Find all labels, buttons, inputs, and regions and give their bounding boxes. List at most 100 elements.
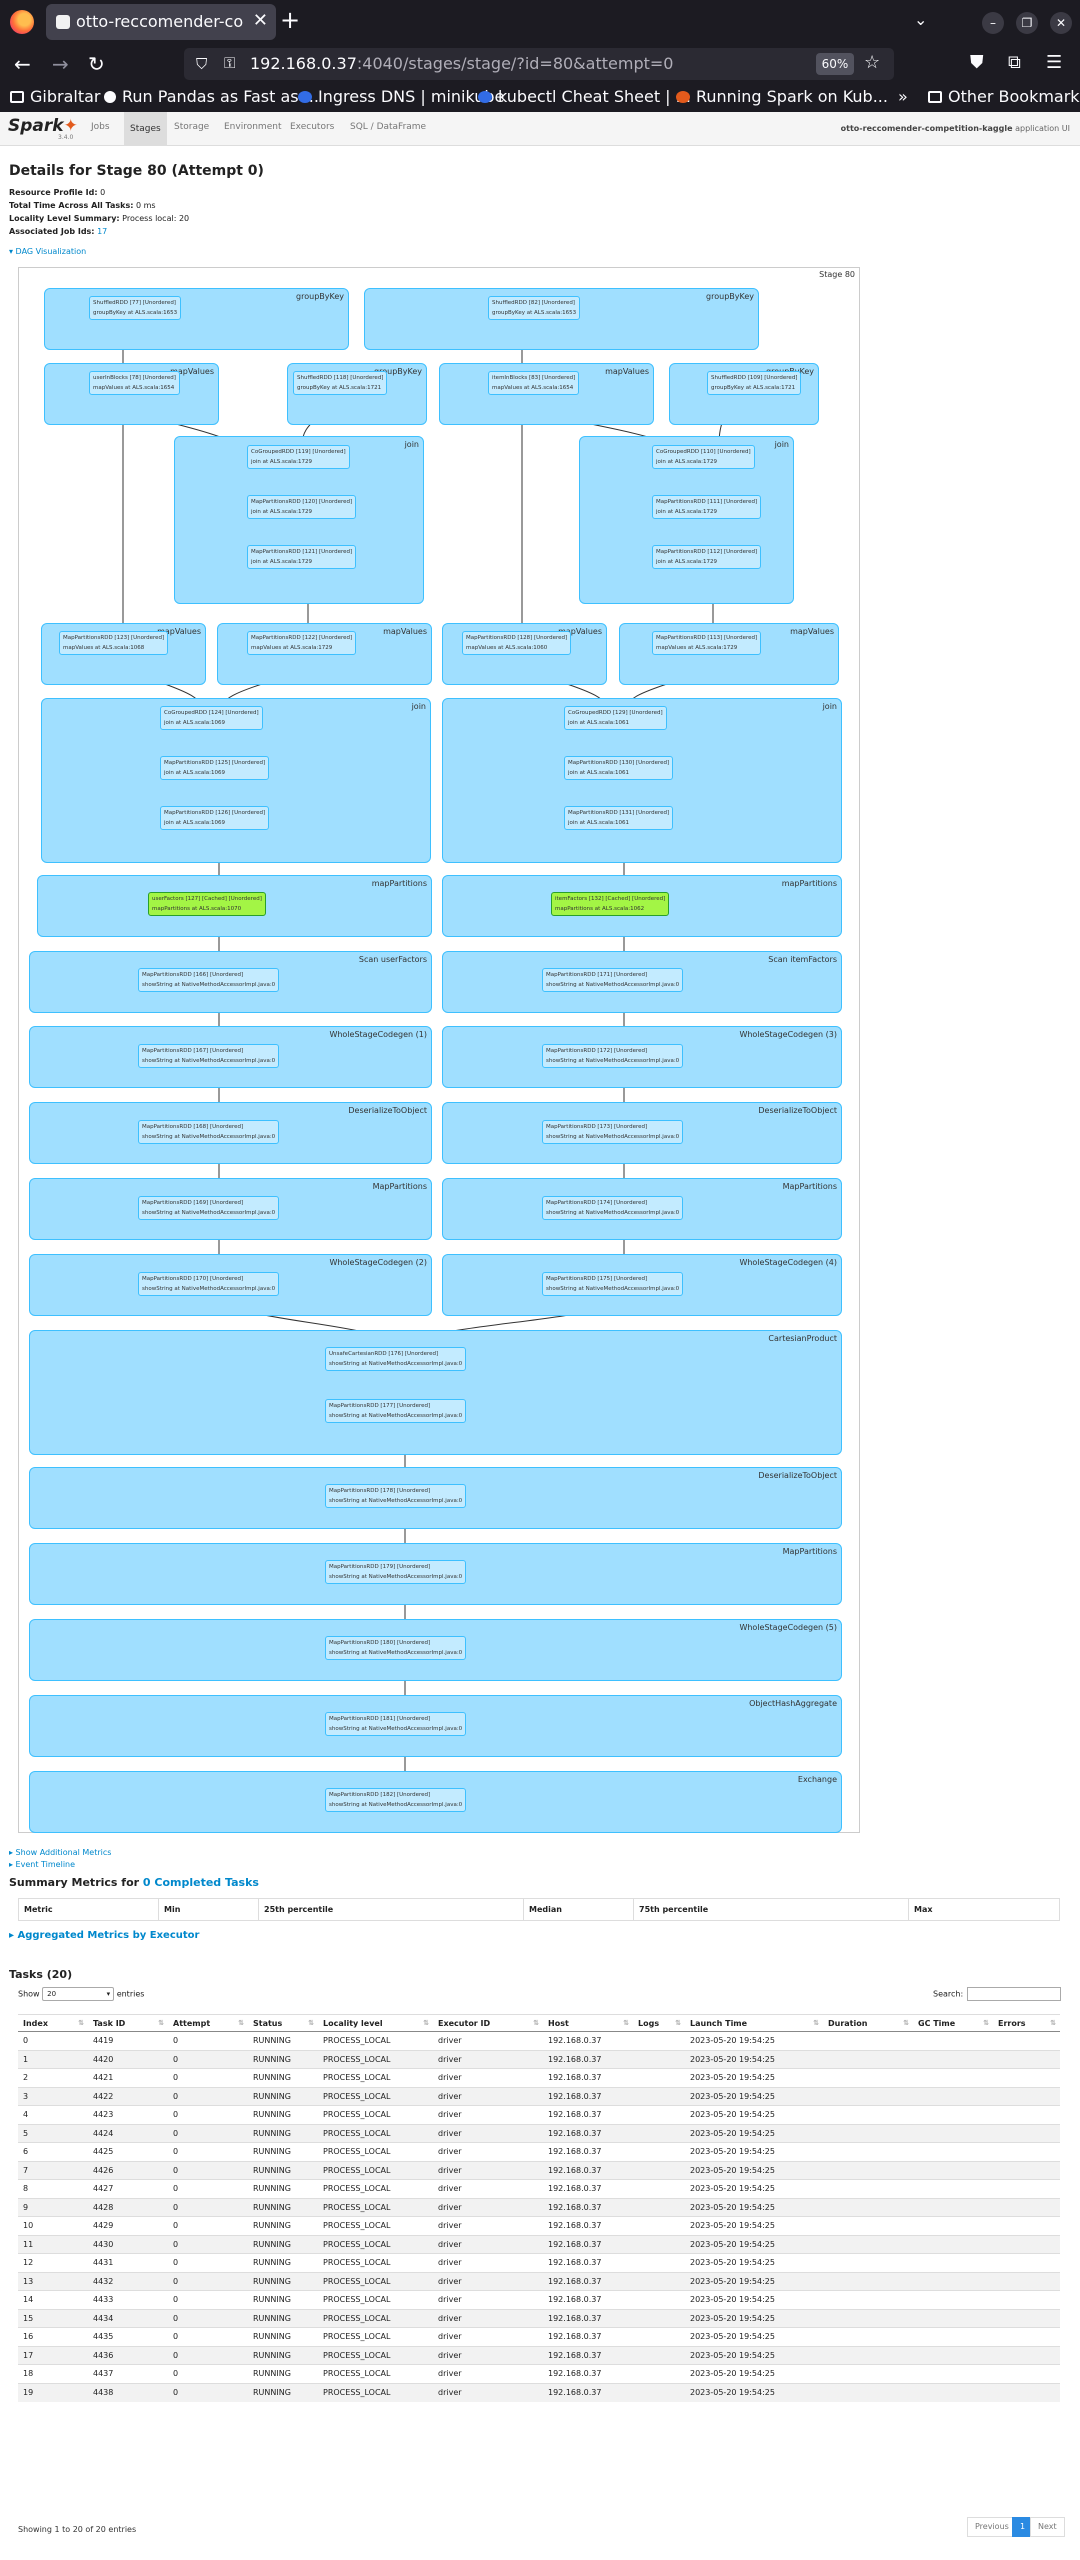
tasks-col-gc-time[interactable]: GC Time ⇅	[913, 2014, 993, 2032]
dag-node[interactable]: ShuffledRDD [77] [Unordered] groupByKey a…	[89, 296, 182, 320]
col-median[interactable]: Median	[523, 1898, 634, 1921]
sort-icon[interactable]: ⇅	[238, 2019, 244, 2027]
dag-node[interactable]: MapPartitionsRDD [125] [Unordered] join a…	[160, 756, 270, 780]
tasks-col-errors[interactable]: Errors ⇅	[993, 2014, 1060, 2032]
aggregated-metrics-toggle[interactable]: ▸ Aggregated Metrics by Executor	[9, 1930, 199, 1941]
url-bar[interactable]: ⛉ ⚿ 192.168.0.37:4040/stages/stage/?id=8…	[184, 48, 894, 80]
sort-icon[interactable]: ⇅	[78, 2019, 84, 2027]
dag-node[interactable]: MapPartitionsRDD [120] [Unordered] join a…	[247, 495, 357, 519]
url-text[interactable]: 192.168.0.37:4040/stages/stage/?id=80&at…	[250, 54, 673, 73]
dag-node[interactable]: MapPartitionsRDD [113] [Unordered] mapVal…	[652, 631, 762, 655]
pocket-icon[interactable]: ⛊	[970, 52, 984, 73]
col-min[interactable]: Min	[158, 1898, 259, 1921]
tasks-col-host[interactable]: Host ⇅	[543, 2014, 633, 2032]
dag-node[interactable]: MapPartitionsRDD [131] [Unordered] join a…	[564, 806, 674, 830]
bookmark-minikube[interactable]: Ingress DNS | minikube	[298, 87, 504, 106]
close-tab-icon[interactable]: ✕	[253, 10, 268, 31]
dag-node[interactable]: MapPartitionsRDD [180] [Unordered] showSt…	[325, 1636, 467, 1660]
dag-node[interactable]: MapPartitionsRDD [182] [Unordered] showSt…	[325, 1788, 467, 1812]
nav-jobs[interactable]: Jobs	[91, 122, 110, 132]
reload-icon[interactable]: ↻	[88, 52, 105, 76]
sort-icon[interactable]: ⇅	[423, 2019, 429, 2027]
extensions-icon[interactable]: ⧉	[1008, 52, 1021, 73]
minimize-button[interactable]: –	[982, 12, 1004, 34]
sort-icon[interactable]: ⇅	[675, 2019, 681, 2027]
sort-icon[interactable]: ⇅	[623, 2019, 629, 2027]
dag-node[interactable]: MapPartitionsRDD [178] [Unordered] showSt…	[325, 1484, 467, 1508]
browser-tab[interactable]: otto-reccomender-compe ✕	[46, 4, 276, 40]
sort-icon[interactable]: ⇅	[1050, 2019, 1056, 2027]
forward-icon[interactable]: →	[52, 52, 69, 76]
nav-sql[interactable]: SQL / DataFrame	[350, 122, 426, 132]
dag-node[interactable]: ShuffledRDD [118] [Unordered] groupByKey …	[293, 371, 388, 395]
dag-node[interactable]: MapPartitionsRDD [173] [Unordered] showSt…	[542, 1120, 684, 1144]
dag-node[interactable]: MapPartitionsRDD [166] [Unordered] showSt…	[138, 968, 280, 992]
tasks-col-logs[interactable]: Logs ⇅	[633, 2014, 685, 2032]
dag-node[interactable]: userInBlocks [78] [Unordered] mapValues a…	[89, 371, 180, 395]
dag-node[interactable]: MapPartitionsRDD [177] [Unordered] showSt…	[325, 1399, 467, 1423]
bookmark-star-icon[interactable]: ☆	[864, 52, 880, 73]
bookmark-gibraltar[interactable]: Gibraltar	[10, 87, 100, 106]
dag-node[interactable]: UnsafeCartesianRDD [176] [Unordered] show…	[325, 1347, 467, 1371]
sort-icon[interactable]: ⇅	[903, 2019, 909, 2027]
next-page-button[interactable]: Next	[1030, 2517, 1065, 2537]
bookmark-kubectl[interactable]: kubectl Cheat Sheet | ...	[478, 87, 691, 106]
dag-node[interactable]: MapPartitionsRDD [169] [Unordered] showSt…	[138, 1196, 280, 1220]
entries-select[interactable]: 20	[42, 1987, 115, 2001]
menu-icon[interactable]: ☰	[1046, 52, 1062, 73]
event-timeline-toggle[interactable]: ▸ Event Timeline	[9, 1860, 75, 1869]
dag-node[interactable]: MapPartitionsRDD [170] [Unordered] showSt…	[138, 1272, 280, 1296]
dag-node[interactable]: MapPartitionsRDD [128] [Unordered] mapVal…	[462, 631, 572, 655]
col-25th[interactable]: 25th percentile	[258, 1898, 524, 1921]
sort-icon[interactable]: ⇅	[983, 2019, 989, 2027]
dag-node[interactable]: MapPartitionsRDD [121] [Unordered] join a…	[247, 545, 357, 569]
restore-button[interactable]: ❐	[1016, 12, 1038, 34]
dag-visualization-toggle[interactable]: ▾ DAG Visualization	[9, 247, 86, 256]
tasks-col-task-id[interactable]: Task ID ⇅	[88, 2014, 168, 2032]
sort-icon[interactable]: ⇅	[813, 2019, 819, 2027]
tasks-col-executor-id[interactable]: Executor ID ⇅	[433, 2014, 543, 2032]
sort-icon[interactable]: ⇅	[533, 2019, 539, 2027]
dag-node[interactable]: userFactors [127] [Cached] [Unordered] ma…	[148, 892, 266, 916]
dag-node[interactable]: CoGroupedRDD [119] [Unordered] join at AL…	[247, 445, 350, 469]
dag-node[interactable]: MapPartitionsRDD [175] [Unordered] showSt…	[542, 1272, 684, 1296]
nav-stages[interactable]: Stages	[124, 112, 167, 146]
tasks-col-attempt[interactable]: Attempt ⇅	[168, 2014, 248, 2032]
back-icon[interactable]: ←	[14, 52, 31, 76]
dag-node[interactable]: MapPartitionsRDD [179] [Unordered] showSt…	[325, 1560, 467, 1584]
dag-node[interactable]: MapPartitionsRDD [167] [Unordered] showSt…	[138, 1044, 280, 1068]
dag-node[interactable]: MapPartitionsRDD [122] [Unordered] mapVal…	[247, 631, 357, 655]
dag-node[interactable]: MapPartitionsRDD [126] [Unordered] join a…	[160, 806, 270, 830]
connection-icon[interactable]: ⚿	[224, 54, 235, 72]
other-bookmarks[interactable]: Other Bookmarks	[928, 87, 1080, 106]
dag-node[interactable]: ShuffledRDD [82] [Unordered] groupByKey a…	[488, 296, 581, 320]
tasks-col-launch-time[interactable]: Launch Time ⇅	[685, 2014, 823, 2032]
nav-storage[interactable]: Storage	[174, 122, 209, 132]
sort-icon[interactable]: ⇅	[158, 2019, 164, 2027]
dag-node[interactable]: itemFactors [132] [Cached] [Unordered] ma…	[551, 892, 670, 916]
col-75th[interactable]: 75th percentile	[633, 1898, 909, 1921]
job-link[interactable]: 17	[97, 227, 107, 236]
dag-node[interactable]: MapPartitionsRDD [174] [Unordered] showSt…	[542, 1196, 684, 1220]
tasks-col-status[interactable]: Status ⇅	[248, 2014, 318, 2032]
dag-node[interactable]: CoGroupedRDD [110] [Unordered] join at AL…	[652, 445, 755, 469]
close-window-button[interactable]: ✕	[1050, 12, 1072, 34]
tasks-col-index[interactable]: Index ⇅	[18, 2014, 88, 2032]
bookmark-pandas[interactable]: Run Pandas as Fast as ...	[104, 87, 319, 106]
dag-node[interactable]: ShuffledRDD [109] [Unordered] groupByKey …	[707, 371, 802, 395]
dag-node[interactable]: MapPartitionsRDD [130] [Unordered] join a…	[564, 756, 674, 780]
dag-node[interactable]: MapPartitionsRDD [181] [Unordered] showSt…	[325, 1712, 467, 1736]
col-max[interactable]: Max	[908, 1898, 1060, 1921]
search-input[interactable]	[967, 1987, 1062, 2001]
bookmark-spark-kub[interactable]: Running Spark on Kub...	[676, 87, 888, 106]
shield-icon[interactable]: ⛉	[196, 55, 207, 73]
dag-node[interactable]: MapPartitionsRDD [111] [Unordered] join a…	[652, 495, 762, 519]
new-tab-button[interactable]: +	[280, 6, 300, 34]
dag-node[interactable]: MapPartitionsRDD [123] [Unordered] mapVal…	[59, 631, 169, 655]
dag-node[interactable]: itemInBlocks [83] [Unordered] mapValues a…	[488, 371, 580, 395]
sort-icon[interactable]: ⇅	[308, 2019, 314, 2027]
tasks-col-duration[interactable]: Duration ⇅	[823, 2014, 913, 2032]
completed-tasks-link[interactable]: 0 Completed Tasks	[143, 1876, 259, 1889]
show-additional-metrics[interactable]: ▸ Show Additional Metrics	[9, 1848, 111, 1857]
tasks-col-locality-level[interactable]: Locality level ⇅	[318, 2014, 433, 2032]
